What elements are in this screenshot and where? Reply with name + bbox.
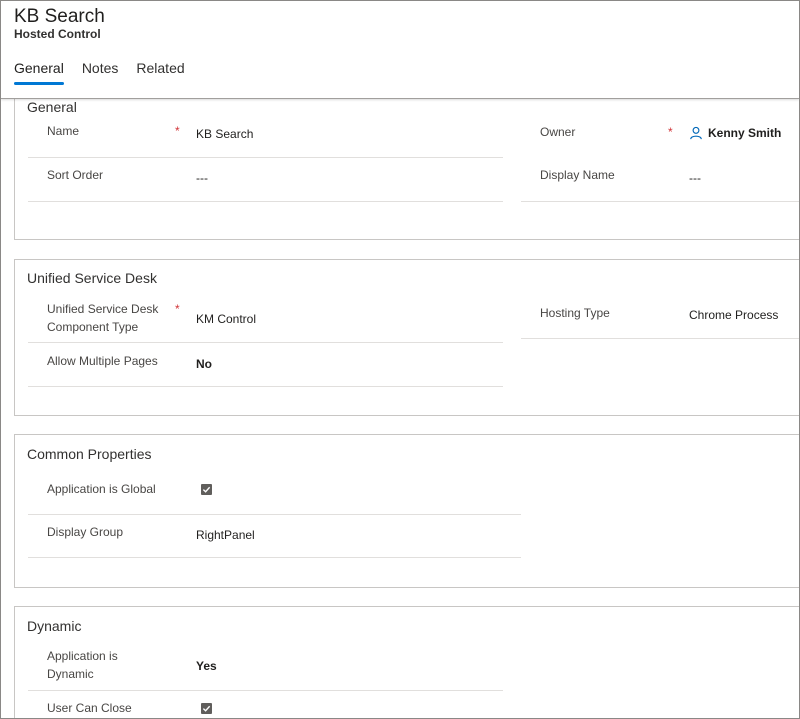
display-name-value[interactable]: --- <box>689 171 701 185</box>
section-dynamic-title: Dynamic <box>27 618 82 634</box>
section-general: General Name * KB Search Sort Order --- … <box>14 89 799 240</box>
field-user-can-close[interactable]: User Can Close <box>28 699 503 718</box>
field-application-is-dynamic[interactable]: Application is Dynamic Yes <box>28 647 503 691</box>
field-component-type[interactable]: Unified Service Desk Component Type * KM… <box>28 300 503 343</box>
field-sort-order[interactable]: Sort Order --- <box>28 166 503 202</box>
divider <box>28 386 503 387</box>
owner-lookup[interactable]: Kenny Smith <box>689 126 781 140</box>
required-marker: * <box>668 125 673 139</box>
section-usd-title: Unified Service Desk <box>27 270 157 286</box>
application-is-global-label: Application is Global <box>47 482 156 496</box>
name-label: Name <box>47 124 80 138</box>
entity-type-label: Hosted Control <box>14 27 101 41</box>
field-application-is-global[interactable]: Application is Global <box>28 480 521 515</box>
person-icon <box>690 126 702 140</box>
checkmark-icon <box>202 486 211 493</box>
component-type-value[interactable]: KM Control <box>196 312 256 326</box>
divider <box>28 201 503 202</box>
divider <box>28 514 521 515</box>
tab-notes[interactable]: Notes <box>82 60 119 82</box>
sort-order-label: Sort Order <box>47 168 104 182</box>
tab-related[interactable]: Related <box>136 60 184 82</box>
allow-multiple-pages-value[interactable]: No <box>196 357 212 371</box>
divider <box>28 157 503 158</box>
form-body: General Name * KB Search Sort Order --- … <box>1 89 799 718</box>
divider <box>28 557 521 558</box>
section-common-title: Common Properties <box>27 446 152 462</box>
field-display-group[interactable]: Display Group RightPanel <box>28 523 521 558</box>
divider <box>28 690 503 691</box>
tab-list: General Notes Related <box>14 60 203 85</box>
display-group-value[interactable]: RightPanel <box>196 528 255 542</box>
hosting-type-value[interactable]: Chrome Process <box>689 308 778 322</box>
user-can-close-checkbox[interactable] <box>201 703 212 714</box>
component-type-label-line1: Unified Service Desk <box>47 302 159 316</box>
user-can-close-label: User Can Close <box>47 701 132 715</box>
owner-link[interactable]: Kenny Smith <box>708 126 781 140</box>
required-marker: * <box>175 302 180 316</box>
application-is-dynamic-value[interactable]: Yes <box>196 659 217 673</box>
required-marker: * <box>175 124 180 138</box>
application-is-dynamic-label-line2: Dynamic <box>47 667 94 681</box>
section-general-title: General <box>27 99 77 115</box>
divider <box>521 338 799 339</box>
field-display-name[interactable]: Display Name --- <box>521 166 799 202</box>
display-name-label: Display Name <box>540 168 615 182</box>
field-allow-multiple-pages[interactable]: Allow Multiple Pages No <box>28 352 503 387</box>
name-value[interactable]: KB Search <box>196 127 253 141</box>
field-hosting-type[interactable]: Hosting Type Chrome Process <box>521 304 799 339</box>
application-is-dynamic-label-line1: Application is <box>47 649 118 663</box>
divider <box>521 201 799 202</box>
checkmark-icon <box>202 705 211 712</box>
owner-label: Owner <box>540 125 576 139</box>
page-title: KB Search <box>14 6 105 27</box>
field-name[interactable]: Name * KB Search <box>28 122 503 158</box>
component-type-label-line2: Component Type <box>47 320 139 334</box>
display-group-label: Display Group <box>47 525 124 539</box>
field-owner[interactable]: Owner * Kenny Smith <box>521 123 799 159</box>
hosting-type-label: Hosting Type <box>540 306 610 320</box>
sort-order-value[interactable]: --- <box>196 171 208 185</box>
application-is-global-checkbox[interactable] <box>201 484 212 495</box>
form-header: KB Search Hosted Control General Notes R… <box>1 1 799 99</box>
section-common-properties: Common Properties Application is Global … <box>14 434 799 588</box>
divider <box>28 342 503 343</box>
form-window: KB Search Hosted Control General Notes R… <box>0 0 800 719</box>
allow-multiple-pages-label: Allow Multiple Pages <box>47 354 158 368</box>
section-usd: Unified Service Desk Unified Service Des… <box>14 259 799 416</box>
section-dynamic: Dynamic Application is Dynamic Yes User … <box>14 606 799 718</box>
tab-general[interactable]: General <box>14 60 64 85</box>
